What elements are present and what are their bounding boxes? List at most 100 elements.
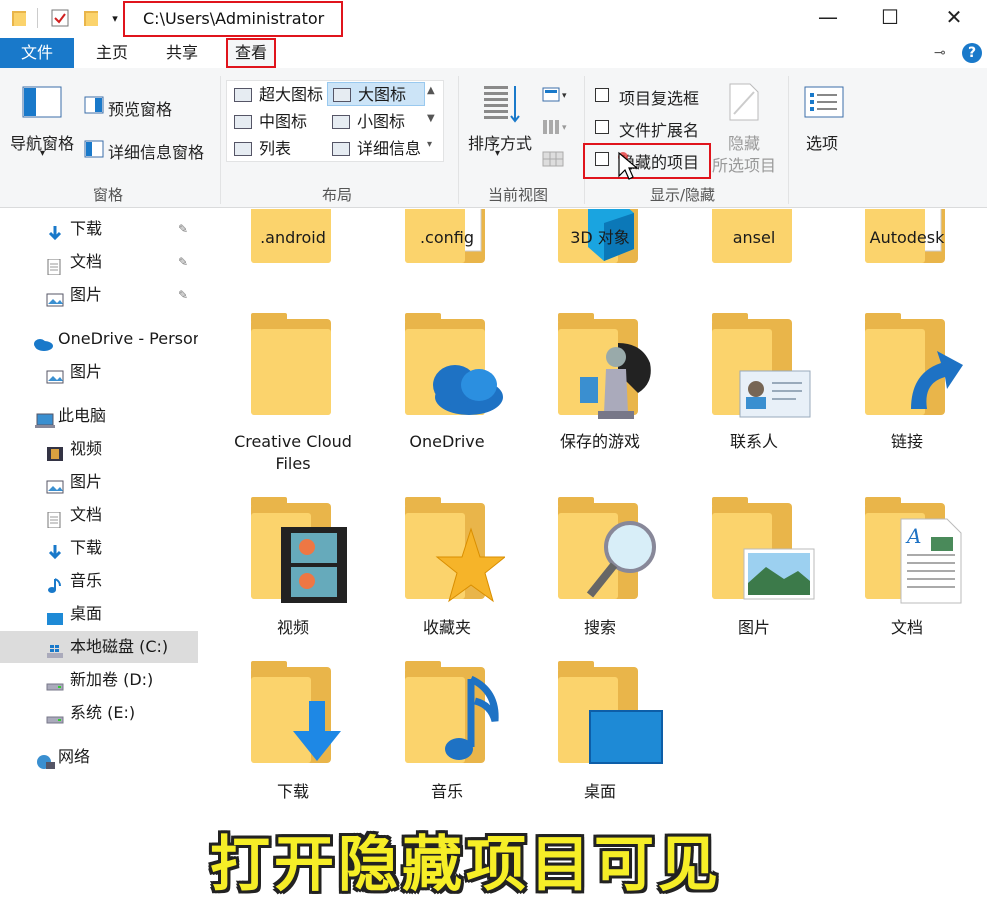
sidebar-item-pictures[interactable]: 图片 bbox=[0, 466, 198, 498]
pin-ribbon-icon[interactable]: ⊸ bbox=[934, 45, 946, 61]
tab-home[interactable]: 主页 bbox=[84, 38, 140, 68]
sidebar-item-onedrive-pictures[interactable]: 图片 bbox=[0, 356, 198, 388]
folder-item[interactable]: 视频 bbox=[218, 497, 368, 647]
group-label-show-hide: 显示/隐藏 bbox=[650, 186, 716, 204]
folder-item[interactable]: 联系人 bbox=[679, 313, 829, 483]
chevron-down-icon: ▾ bbox=[495, 148, 501, 159]
help-icon[interactable]: ? bbox=[962, 43, 982, 63]
sidebar-item-documents[interactable]: 文档 bbox=[0, 499, 198, 531]
onedrive-cloud-icon bbox=[32, 331, 54, 351]
sidebar-item-this-pc[interactable]: 此电脑 bbox=[0, 400, 198, 432]
layout-extra-large-icons[interactable]: 超大图标 bbox=[229, 83, 329, 107]
sidebar-item-downloads[interactable]: 下载 bbox=[0, 532, 198, 564]
picture-icon bbox=[46, 474, 64, 494]
divider bbox=[788, 76, 789, 204]
folder-item[interactable]: 搜索 bbox=[525, 497, 675, 647]
gallery-scroll-up-icon[interactable]: ▲ bbox=[427, 85, 435, 96]
file-extensions-checkbox[interactable] bbox=[595, 120, 609, 134]
sidebar-item-onedrive[interactable]: OneDrive - Persor bbox=[0, 323, 198, 355]
sidebar-item-local-disk-c[interactable]: 本地磁盘 (C:) bbox=[0, 631, 198, 663]
sidebar-item-network[interactable]: 网络 bbox=[0, 741, 198, 773]
picture-icon bbox=[46, 287, 64, 307]
layout-large-icons[interactable]: 大图标 bbox=[327, 82, 425, 106]
sidebar-item-downloads-pinned[interactable]: 下载 ✎ bbox=[0, 213, 198, 245]
file-extensions-label[interactable]: 文件扩展名 bbox=[619, 117, 699, 141]
folder-item[interactable]: Autodesk bbox=[832, 209, 982, 279]
folder-item[interactable]: A 文档 bbox=[832, 497, 982, 647]
folder-item[interactable]: 下载 bbox=[218, 661, 368, 811]
options-button[interactable]: 选项 bbox=[806, 130, 838, 154]
preview-pane-icon bbox=[84, 96, 104, 114]
folder-item[interactable]: 桌面 bbox=[525, 661, 675, 811]
folder-item[interactable]: 收藏夹 bbox=[372, 497, 522, 647]
new-folder-icon[interactable] bbox=[82, 8, 100, 28]
sidebar-item-desktop[interactable]: 桌面 bbox=[0, 598, 198, 630]
onedrive-folder-icon bbox=[405, 313, 503, 415]
sidebar-item-music[interactable]: 音乐 bbox=[0, 565, 198, 597]
quick-access-dropdown-icon[interactable]: ▾ bbox=[108, 8, 122, 28]
minimize-button[interactable]: — bbox=[800, 0, 856, 34]
sidebar-item-documents-pinned[interactable]: 文档 ✎ bbox=[0, 246, 198, 278]
layout-details[interactable]: 详细信息 bbox=[327, 137, 425, 161]
pin-icon[interactable]: ✎ bbox=[178, 213, 188, 245]
tab-file[interactable]: 文件 bbox=[0, 38, 74, 68]
folder-item[interactable]: 链接 bbox=[832, 313, 982, 483]
mouse-cursor-icon bbox=[616, 150, 642, 182]
group-by-icon[interactable]: ▾ bbox=[542, 86, 572, 104]
sidebar-item-volume-d[interactable]: 新加卷 (D:) bbox=[0, 664, 198, 696]
layout-medium-icons[interactable]: 中图标 bbox=[229, 110, 329, 134]
folder-item[interactable]: Creative Cloud Files bbox=[218, 313, 368, 483]
sidebar-item-pictures-pinned[interactable]: 图片 ✎ bbox=[0, 279, 198, 311]
folder-item[interactable]: 3D 对象 bbox=[525, 209, 675, 279]
hide-selected-label-2: 所选项目 bbox=[712, 156, 777, 175]
folder-item[interactable]: 图片 bbox=[679, 497, 829, 647]
group-label-panes: 窗格 bbox=[93, 186, 124, 204]
navigation-pane-icon[interactable] bbox=[22, 86, 64, 120]
maximize-button[interactable]: ☐ bbox=[862, 0, 918, 34]
gallery-expand-icon[interactable]: ▾ bbox=[427, 139, 432, 150]
folder-item[interactable]: ansel bbox=[679, 209, 829, 279]
favorites-star-icon bbox=[405, 497, 505, 603]
title-bar: ▾ C:\Users\Administrator — ☐ ✕ bbox=[0, 0, 987, 37]
pin-icon[interactable]: ✎ bbox=[178, 246, 188, 278]
search-magnifier-icon bbox=[558, 497, 656, 599]
details-pane-button[interactable]: 详细信息窗格 bbox=[108, 139, 204, 163]
sort-by-icon[interactable] bbox=[482, 82, 522, 126]
download-arrow-icon bbox=[46, 540, 64, 560]
layout-list[interactable]: 列表 bbox=[229, 137, 329, 161]
hide-selected-label-1: 隐藏 bbox=[728, 134, 761, 153]
folder-item[interactable]: .config bbox=[372, 209, 522, 279]
properties-check-icon[interactable] bbox=[50, 8, 70, 28]
download-arrow-icon bbox=[46, 221, 64, 241]
folder-item[interactable]: 保存的游戏 bbox=[525, 313, 675, 483]
folder-item[interactable]: 音乐 bbox=[372, 661, 522, 811]
close-button[interactable]: ✕ bbox=[926, 0, 982, 34]
preview-pane-button[interactable]: 预览窗格 bbox=[108, 96, 172, 120]
folder-item[interactable]: .android bbox=[218, 209, 368, 279]
medium-icons-icon bbox=[234, 115, 252, 129]
item-checkboxes-label[interactable]: 项目复选框 bbox=[619, 85, 699, 109]
navigation-pane: 下载 ✎ 文档 ✎ 图片 ✎ OneDrive - Persor 图片 此电脑 … bbox=[0, 209, 200, 907]
tab-share[interactable]: 共享 bbox=[154, 38, 210, 68]
divider bbox=[584, 76, 585, 204]
sidebar-item-videos[interactable]: 视频 bbox=[0, 433, 198, 465]
divider bbox=[458, 76, 459, 204]
add-columns-icon: ▾ bbox=[542, 118, 572, 136]
folder-item[interactable]: OneDrive bbox=[372, 313, 522, 483]
options-icon[interactable] bbox=[804, 86, 844, 118]
folder-small-icon bbox=[10, 8, 28, 28]
drive-icon bbox=[46, 672, 64, 691]
document-icon bbox=[46, 254, 64, 276]
sidebar-item-system-e[interactable]: 系统 (E:) bbox=[0, 697, 198, 729]
small-icons-icon bbox=[332, 115, 350, 129]
layout-small-icons[interactable]: 小图标 bbox=[327, 110, 425, 134]
divider bbox=[37, 8, 38, 28]
pin-icon[interactable]: ✎ bbox=[178, 279, 188, 311]
video-caption: 打开隐藏项目可见 bbox=[210, 830, 722, 900]
explorer-window: ▾ C:\Users\Administrator — ☐ ✕ 文件 主页 共享 … bbox=[0, 0, 987, 907]
item-checkboxes-checkbox[interactable] bbox=[595, 88, 609, 102]
tab-view[interactable]: 查看 bbox=[226, 38, 276, 68]
group-label-layout: 布局 bbox=[322, 186, 353, 204]
drive-icon bbox=[46, 705, 64, 724]
gallery-scroll-down-icon[interactable]: ▼ bbox=[427, 113, 435, 124]
